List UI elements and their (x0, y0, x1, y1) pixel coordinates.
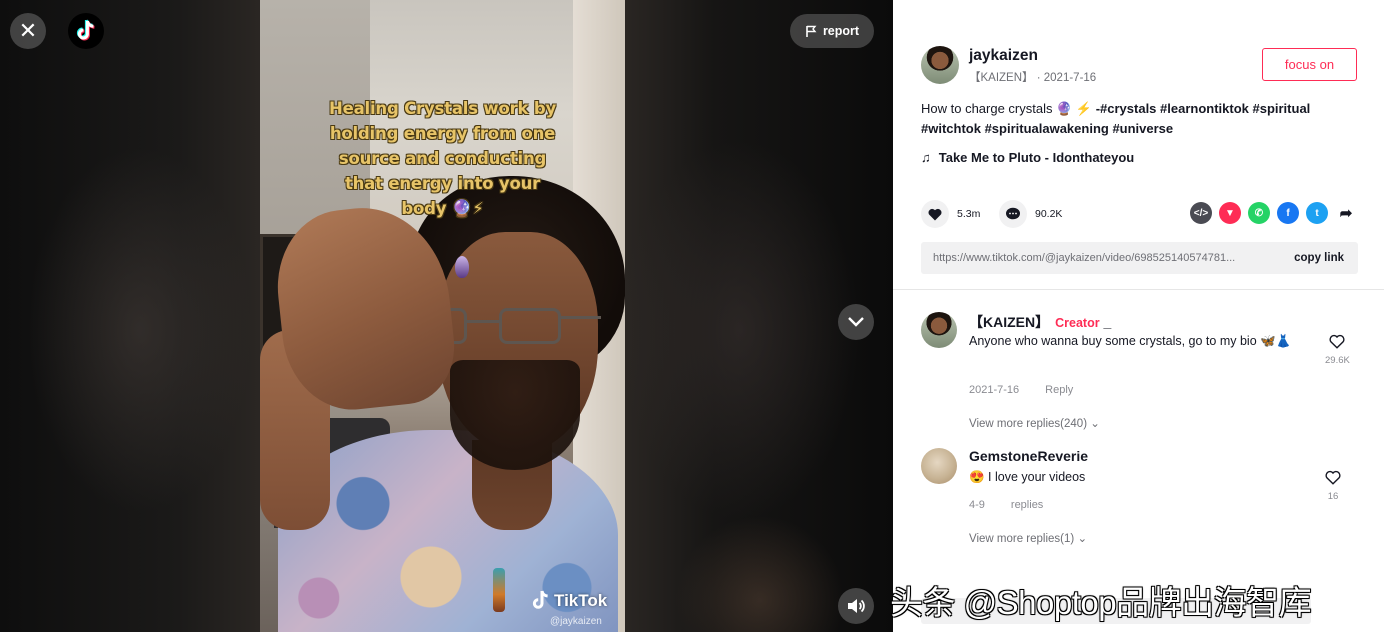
comment-like-count: 16 (1327, 491, 1339, 502)
tiktok-note-icon (530, 590, 550, 612)
video-person (260, 0, 625, 632)
heart-outline-icon (1325, 470, 1341, 485)
watermark-handle: @jaykaizen (550, 616, 602, 627)
view-more-replies-label: View more replies(1) (969, 533, 1075, 545)
heart-outline-icon (1329, 334, 1345, 349)
tiktok-logo[interactable] (68, 13, 104, 49)
comment-button[interactable] (999, 200, 1027, 228)
author-avatar[interactable] (921, 46, 959, 84)
view-more-replies[interactable]: View more replies(1) ⌄ (969, 531, 1087, 545)
report-label: report (822, 24, 860, 38)
close-icon: ✕ (18, 18, 38, 43)
embed-icon[interactable]: </> (1190, 202, 1212, 224)
comment-like-count: 29.6K (1325, 355, 1350, 366)
comment-like[interactable]: 29.6K (1325, 334, 1350, 366)
video-stage: Healing Crystals work by holding energy … (0, 0, 893, 632)
comment-count: 90.2K (1035, 208, 1063, 220)
comment-avatar[interactable] (921, 448, 957, 484)
overlay-line: holding energy from one (329, 124, 556, 143)
crystal-on-forehead (455, 256, 469, 278)
send-icon[interactable]: ▼ (1219, 202, 1241, 224)
facebook-icon[interactable]: f (1277, 202, 1299, 224)
comment-like[interactable]: 16 (1325, 470, 1341, 502)
copy-link-button[interactable]: copy link (1294, 252, 1344, 264)
share-link-box: https://www.tiktok.com/@jaykaizen/video/… (921, 242, 1358, 274)
next-video-button[interactable] (838, 304, 874, 340)
comment-text: 😍 I love your videos (969, 470, 1086, 484)
heart-icon (928, 208, 942, 220)
chevron-down-icon: ⌄ (1090, 418, 1100, 430)
watermark-brand: TikTok (554, 591, 608, 610)
volume-icon (848, 599, 865, 613)
like-stat[interactable]: 5.3m (921, 200, 980, 228)
comment-text: Anyone who wanna buy some crystals, go t… (969, 334, 1292, 348)
comment-date: 4-9 (969, 499, 985, 511)
overlay-line: that energy into your (344, 174, 541, 193)
overlay-line: body 🔮⚡ (401, 199, 484, 218)
comment-date: 2021-7-16 (969, 384, 1020, 396)
person-beard (450, 360, 580, 470)
post-header: jaykaizen 【KAIZEN】 · 2021-7-16 focus on … (893, 0, 1384, 290)
view-more-replies[interactable]: View more replies(240) ⌄ (969, 416, 1100, 430)
view-more-replies-label: View more replies(240) (969, 418, 1088, 430)
share-buttons: </> ▼ ✆ f t ➦ (1190, 202, 1357, 224)
chevron-down-icon (848, 317, 864, 327)
comment-meta: 4-9 replies (969, 499, 1043, 511)
flag-icon (806, 25, 817, 37)
comment-item: GemstoneReverie 😍 I love your videos 4-9… (921, 448, 1361, 558)
overlay-line: source and conducting (338, 149, 547, 168)
crystal-pendant (493, 568, 505, 612)
video-details-panel: jaykaizen 【KAIZEN】 · 2021-7-16 focus on … (893, 0, 1384, 632)
author-nickname-date: 【KAIZEN】 · 2021-7-16 (969, 72, 1097, 84)
reply-button[interactable]: replies (1011, 499, 1043, 511)
tiktok-watermark: TikTok (530, 590, 607, 612)
source-watermark: 头条 @Shoptop品牌出海智库 (890, 584, 1312, 621)
post-description: How to charge crystals 🔮 ⚡ -#crystals #l… (921, 99, 1361, 139)
close-button[interactable]: ✕ (10, 13, 46, 49)
comment-item: 【KAIZEN】 Creator _ Anyone who wanna buy s… (921, 312, 1361, 442)
music-note-icon: ♫ (921, 150, 931, 165)
creator-badge: Creator (1055, 316, 1100, 330)
share-link-url[interactable]: https://www.tiktok.com/@jaykaizen/video/… (933, 252, 1273, 264)
author-username[interactable]: jaykaizen (969, 47, 1038, 65)
share-arrow-icon[interactable]: ➦ (1335, 202, 1357, 224)
like-button[interactable] (921, 200, 949, 228)
tiktok-logo-icon (76, 19, 95, 41)
comment-avatar[interactable] (921, 312, 957, 348)
video-frame[interactable]: Healing Crystals work by holding energy … (260, 0, 625, 632)
volume-button[interactable] (838, 588, 874, 624)
comment-author[interactable]: 【KAIZEN】 Creator _ (969, 312, 1111, 332)
music-link[interactable]: ♫ Take Me to Pluto - Idonthateyou (921, 150, 1134, 165)
reply-button[interactable]: Reply (1045, 384, 1073, 396)
comment-stat[interactable]: 90.2K (999, 200, 1062, 228)
whatsapp-icon[interactable]: ✆ (1248, 202, 1270, 224)
comment-author[interactable]: GemstoneReverie (969, 448, 1088, 464)
overlay-line: Healing Crystals work by (328, 99, 556, 118)
music-title: Take Me to Pluto - Idonthateyou (938, 150, 1135, 165)
chevron-down-icon: ⌄ (1077, 533, 1088, 545)
report-button[interactable]: report (790, 14, 874, 48)
post-caption: How to charge crystals 🔮 ⚡ (921, 101, 1096, 116)
video-caption-overlay: Healing Crystals work by holding energy … (320, 96, 565, 221)
comment-meta: 2021-7-16 Reply (969, 384, 1073, 396)
creator-badge-suffix: _ (1103, 314, 1112, 330)
like-count: 5.3m (957, 208, 981, 220)
follow-button[interactable]: focus on (1262, 48, 1357, 81)
twitter-icon[interactable]: t (1306, 202, 1328, 224)
comment-author-name: 【KAIZEN】 (969, 314, 1050, 330)
comment-icon (1006, 207, 1020, 220)
